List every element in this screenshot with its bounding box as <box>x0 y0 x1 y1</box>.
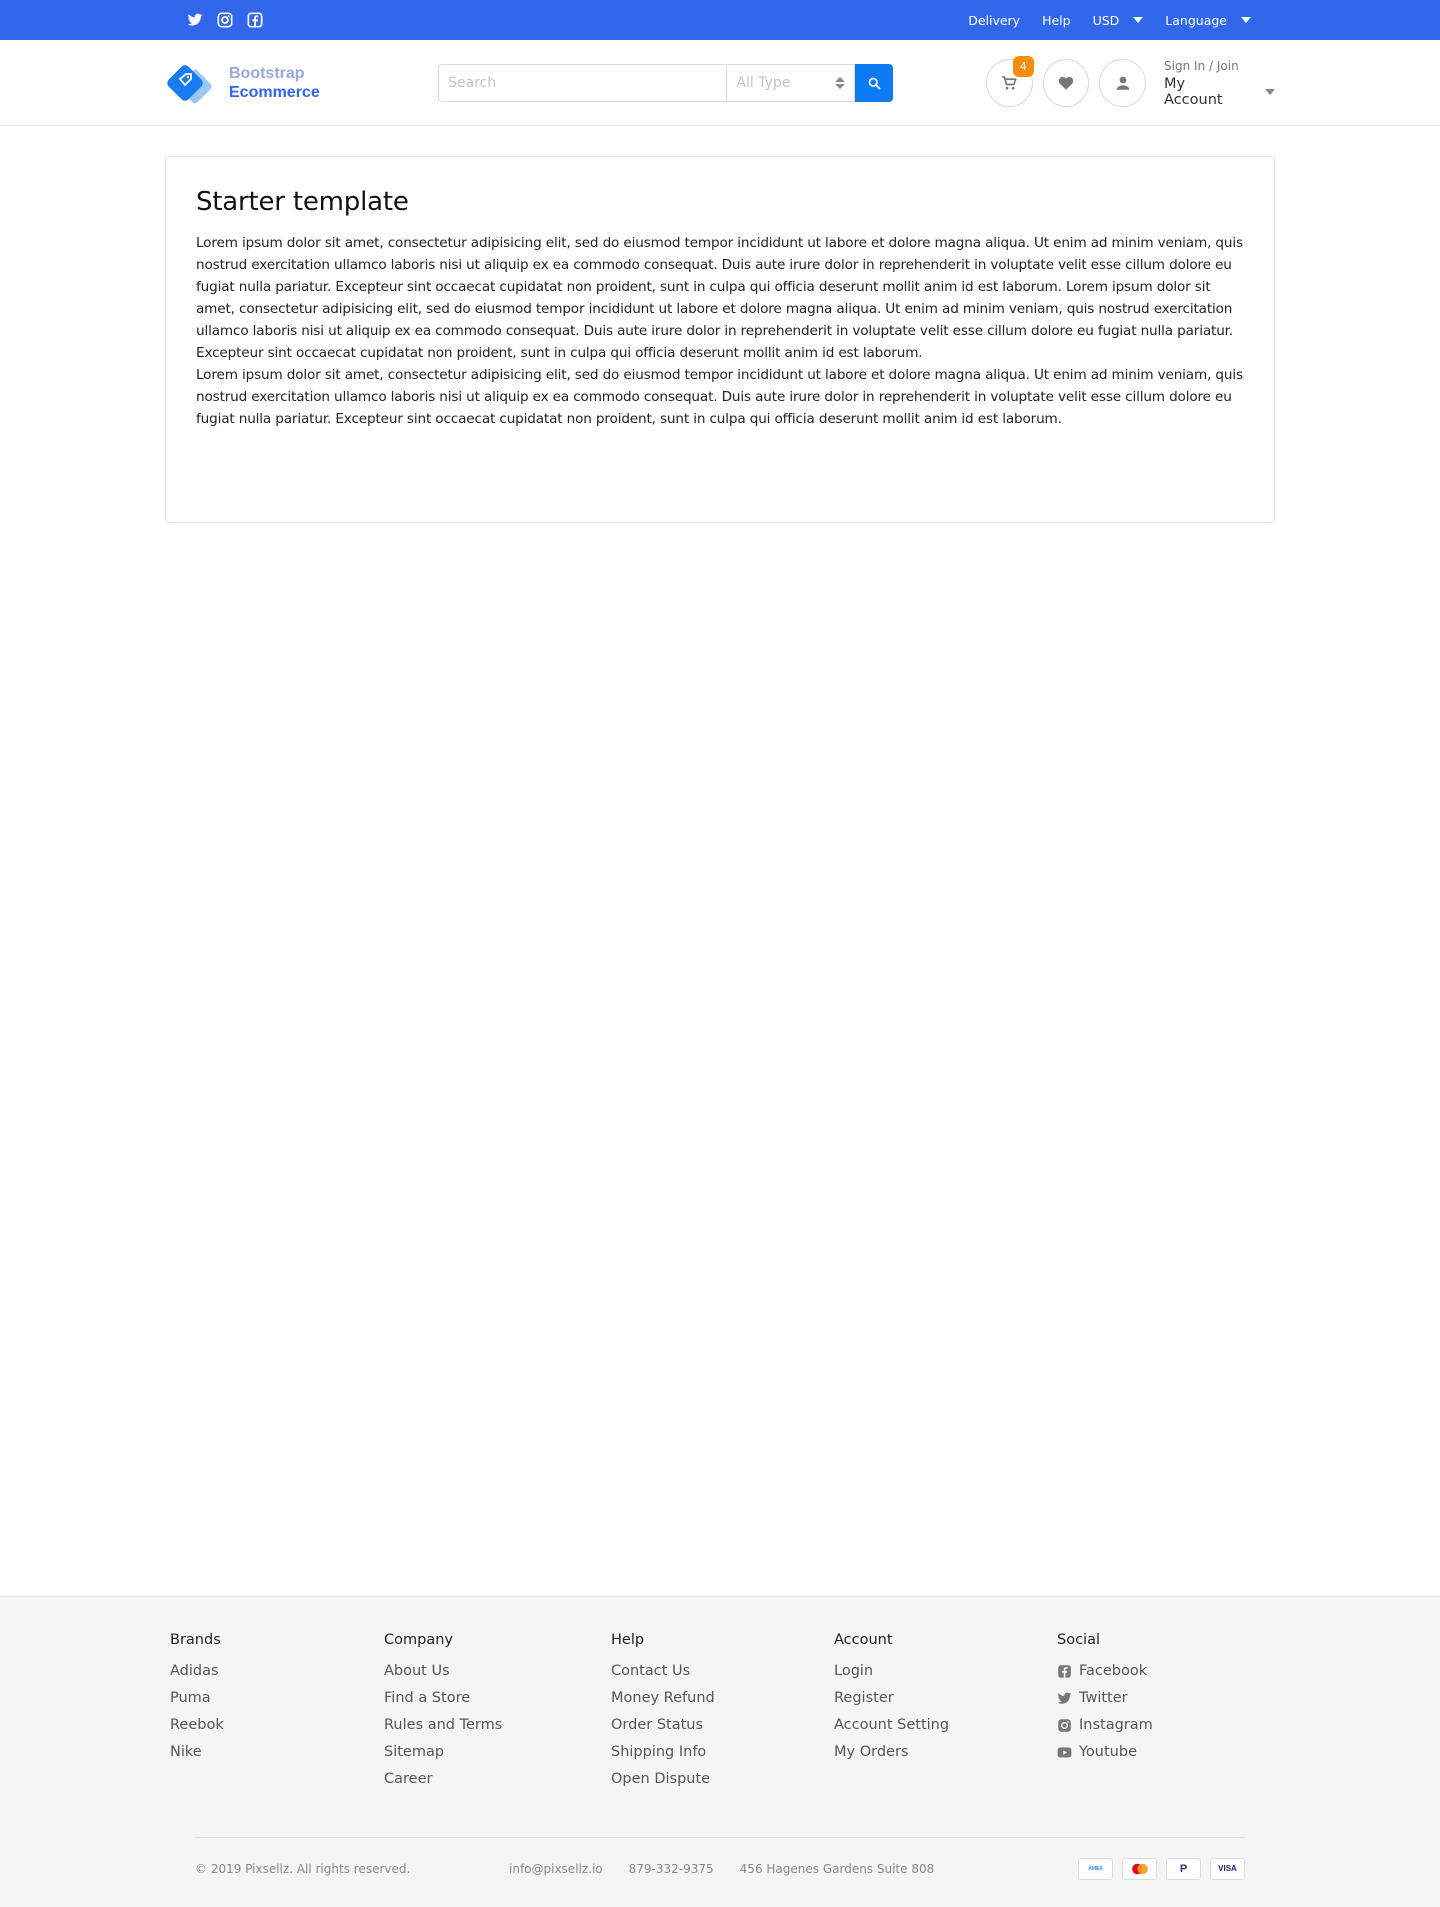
footer-link[interactable]: Register <box>834 1685 1057 1712</box>
page-title: Starter template <box>196 187 409 217</box>
footer-heading: Help <box>611 1632 645 1648</box>
footer-link[interactable]: Rules and Terms <box>384 1712 611 1739</box>
instagram-icon <box>1057 1718 1073 1734</box>
contact-phone: 879-332-9375 <box>628 1861 714 1876</box>
heart-icon <box>1058 76 1074 90</box>
chevron-down-icon <box>1241 17 1251 23</box>
currency-dropdown[interactable]: USD <box>1093 13 1144 28</box>
footer-link[interactable]: Login <box>834 1658 1057 1685</box>
my-account-dropdown[interactable]: My Account <box>1164 76 1275 108</box>
facebook-icon <box>1057 1664 1073 1680</box>
my-account-label: My Account <box>1164 75 1223 108</box>
search-icon <box>868 77 881 89</box>
signin-link[interactable]: Sign In / Join <box>1164 59 1275 73</box>
footer-link[interactable]: Sitemap <box>384 1739 611 1766</box>
twitter-icon[interactable] <box>187 12 203 28</box>
footer-col-company: Company About Us Find a Store Rules and … <box>384 1632 611 1793</box>
language-dropdown[interactable]: Language <box>1165 13 1251 28</box>
footer-columns: Brands Adidas Puma Reebok Nike Company A… <box>165 1597 1275 1793</box>
main-content: Starter template Lorem ipsum dolor sit a… <box>165 156 1275 523</box>
chevron-down-icon <box>1264 88 1275 95</box>
header: Bootstrap Ecommerce All Type 4 <box>0 40 1440 126</box>
type-select[interactable]: All Type <box>726 64 856 102</box>
social-link-instagram[interactable]: Instagram <box>1057 1712 1257 1739</box>
footer-link[interactable]: Shipping Info <box>611 1739 834 1766</box>
brand-logo[interactable]: Bootstrap Ecommerce <box>165 61 438 105</box>
footer-col-social: Social Facebook Twitter Instagram Youtub… <box>1057 1632 1257 1793</box>
footer-link[interactable]: Puma <box>170 1685 384 1712</box>
footer-link[interactable]: Reebok <box>170 1712 384 1739</box>
topbar-links: Delivery Help USD Language <box>968 13 1275 28</box>
footer-heading: Brands <box>170 1632 221 1648</box>
chevron-down-icon <box>1133 17 1144 23</box>
search-bar: All Type <box>438 64 894 102</box>
footer-link[interactable]: Open Dispute <box>611 1766 834 1793</box>
social-link-label: Facebook <box>1079 1663 1148 1679</box>
social-link-youtube[interactable]: Youtube <box>1057 1739 1257 1766</box>
american-express-icon: AMEX <box>1078 1857 1113 1880</box>
brand-line2: Ecommerce <box>229 84 320 101</box>
footer-col-brands: Brands Adidas Puma Reebok Nike <box>170 1632 384 1793</box>
footer-heading: Company <box>384 1632 453 1648</box>
search-input[interactable] <box>438 64 727 102</box>
contact-email[interactable]: info@pixsellz.io <box>509 1862 603 1876</box>
twitter-icon <box>1057 1691 1073 1707</box>
footer-link[interactable]: About Us <box>384 1658 611 1685</box>
user-icon <box>1116 76 1130 90</box>
footer-link[interactable]: Find a Store <box>384 1685 611 1712</box>
search-button[interactable] <box>855 64 894 102</box>
social-link-label: Twitter <box>1079 1690 1128 1706</box>
wishlist-button[interactable] <box>1042 59 1090 107</box>
type-select-value: All Type <box>736 75 791 91</box>
account-button[interactable] <box>1099 59 1147 107</box>
visa-icon: VISA <box>1210 1857 1245 1880</box>
topbar: Delivery Help USD Language <box>0 0 1440 40</box>
content-card: Starter template Lorem ipsum dolor sit a… <box>165 156 1275 523</box>
social-link-facebook[interactable]: Facebook <box>1057 1658 1257 1685</box>
facebook-icon[interactable] <box>247 12 263 28</box>
topbar-socials <box>165 12 263 28</box>
cart-count-badge: 4 <box>1012 56 1034 77</box>
social-link-label: Youtube <box>1079 1744 1137 1760</box>
footer-col-help: Help Contact Us Money Refund Order Statu… <box>611 1632 834 1793</box>
contact-address: 456 Hagenes Gardens Suite 808 <box>739 1861 935 1876</box>
account-menu[interactable]: Sign In / Join My Account <box>1164 59 1275 108</box>
select-arrows-icon <box>835 77 846 89</box>
payment-methods: AMEX P VISA <box>1078 1857 1245 1880</box>
footer: Brands Adidas Puma Reebok Nike Company A… <box>0 1596 1440 1907</box>
copyright: © 2019 Pixsellz. All rights reserved. <box>195 1861 411 1876</box>
footer-link[interactable]: Account Setting <box>834 1712 1057 1739</box>
footer-link[interactable]: Order Status <box>611 1712 834 1739</box>
paypal-icon: P <box>1166 1857 1201 1880</box>
contact-info: info@pixsellz.io 879-332-9375 456 Hagene… <box>509 1862 934 1876</box>
instagram-icon[interactable] <box>217 12 233 28</box>
brand-line1: Bootstrap <box>229 65 305 82</box>
body-paragraph-1: Lorem ipsum dolor sit amet, consectetur … <box>196 235 1243 361</box>
footer-link[interactable]: Nike <box>170 1739 384 1766</box>
body-paragraph-2: Lorem ipsum dolor sit amet, consectetur … <box>196 367 1243 427</box>
cart-icon <box>1002 76 1017 90</box>
footer-link[interactable]: Money Refund <box>611 1685 834 1712</box>
footer-link[interactable]: Contact Us <box>611 1658 834 1685</box>
logo-icon <box>167 65 212 104</box>
help-link[interactable]: Help <box>1042 13 1071 28</box>
footer-link[interactable]: My Orders <box>834 1739 1057 1766</box>
delivery-link[interactable]: Delivery <box>968 13 1020 28</box>
brand-name: Bootstrap Ecommerce <box>229 64 320 102</box>
footer-bottom: © 2019 Pixsellz. All rights reserved. in… <box>195 1837 1245 1899</box>
youtube-icon <box>1057 1745 1073 1761</box>
footer-heading: Social <box>1057 1632 1100 1648</box>
footer-heading: Account <box>834 1632 893 1648</box>
footer-link[interactable]: Career <box>384 1766 611 1793</box>
social-link-label: Instagram <box>1079 1717 1153 1733</box>
currency-label: USD <box>1092 12 1120 28</box>
footer-col-account: Account Login Register Account Setting M… <box>834 1632 1057 1793</box>
cart-button[interactable]: 4 <box>986 56 1034 107</box>
social-link-twitter[interactable]: Twitter <box>1057 1685 1257 1712</box>
language-label: Language <box>1165 12 1227 28</box>
header-actions: 4 Sign In / Join My Account <box>986 56 1275 108</box>
mastercard-icon <box>1122 1857 1157 1880</box>
footer-link[interactable]: Adidas <box>170 1658 384 1685</box>
